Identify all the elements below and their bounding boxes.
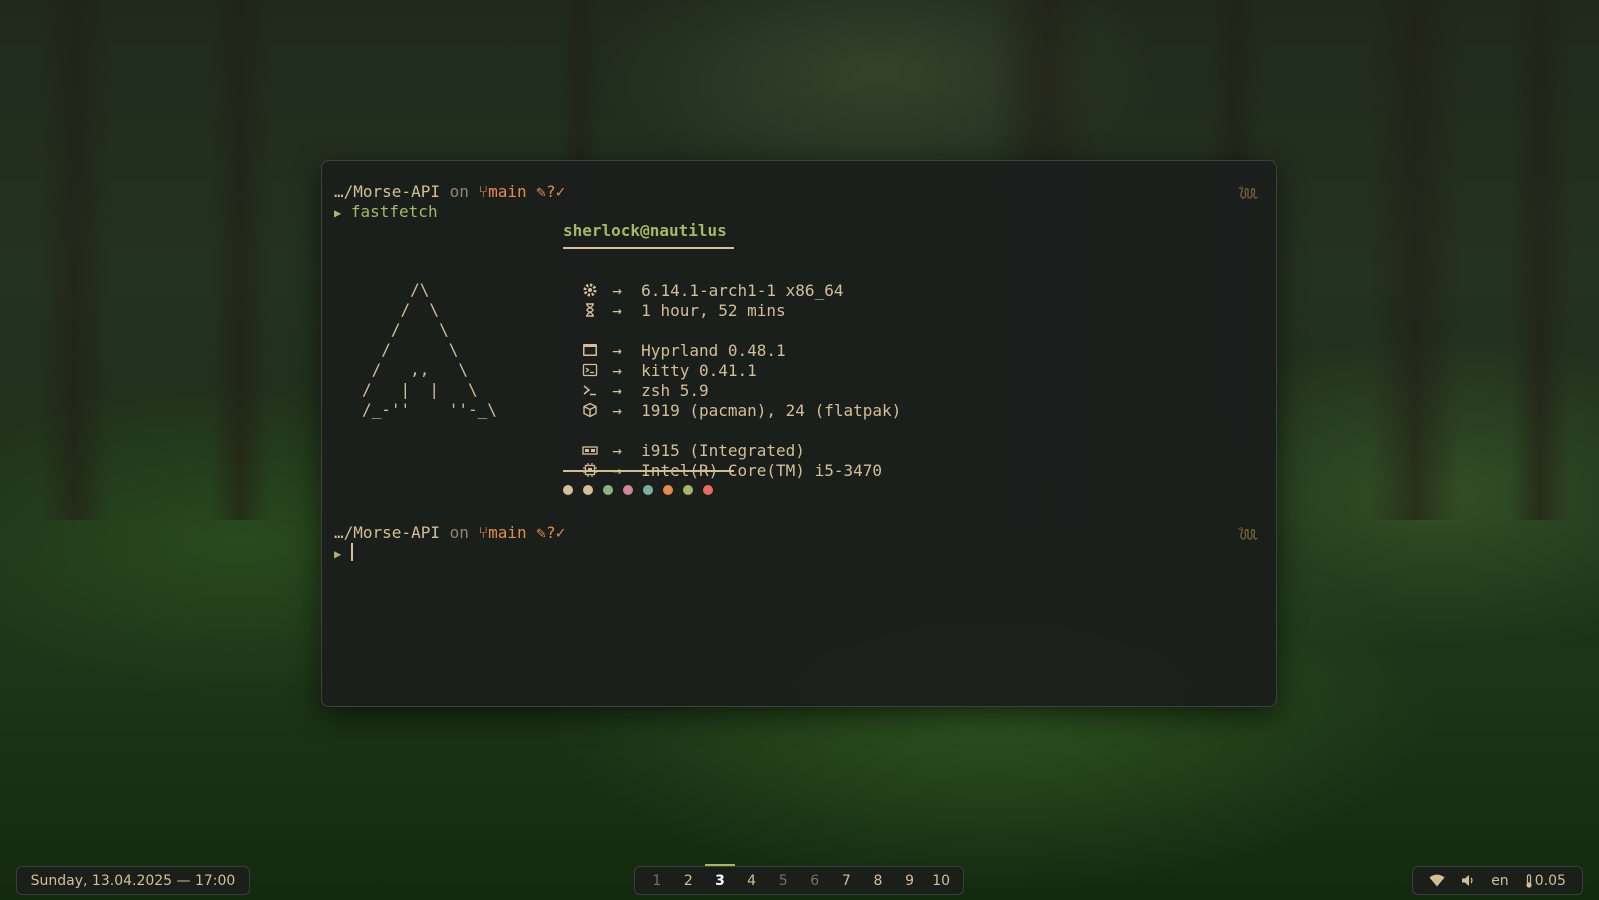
color-palette	[563, 485, 713, 495]
fetch-row-uptime: → 1 hour, 52 mins	[563, 281, 786, 320]
thermometer-icon	[1525, 873, 1533, 888]
prompt-status: ?✓	[545, 182, 566, 201]
git-modified-icon: ✎	[536, 523, 546, 542]
prompt-chevron-icon: ▶	[334, 547, 342, 561]
palette-dot	[583, 485, 593, 495]
uptime-value: 1 hour, 52 mins	[641, 301, 786, 320]
datetime-text: Sunday, 13.04.2025 — 17:00	[30, 872, 236, 889]
workspace-1[interactable]: 1	[643, 873, 671, 889]
keyboard-language[interactable]: en	[1491, 873, 1509, 889]
palette-dot	[683, 485, 693, 495]
workspace-switcher: 1 2 3 4 5 6 7 8 9 10	[634, 863, 964, 895]
temperature-value: 0.05	[1534, 872, 1566, 889]
wifi-icon[interactable]	[1429, 874, 1445, 887]
workspace-6[interactable]: 6	[801, 873, 829, 889]
fetch-divider-bottom	[563, 470, 734, 472]
palette-dot	[703, 485, 713, 495]
fetch-row-gpu: → i915 (Integrated)	[563, 421, 805, 460]
package-icon	[582, 402, 600, 418]
workspace-8[interactable]: 8	[864, 873, 892, 889]
temperature-widget[interactable]: 0.05	[1525, 873, 1566, 889]
command-text: fastfetch	[350, 202, 438, 221]
prompt-on: on	[449, 523, 469, 542]
prompt-chevron-icon: ▶	[334, 206, 342, 220]
prompt-branch: main	[488, 523, 527, 542]
fetch-row-cpu: → Intel(R) Core(TM) i5-3470	[563, 441, 882, 480]
arrow: →	[612, 301, 622, 320]
prompt-line: …/Morse-API on ⑂main ✎?✓	[334, 182, 565, 202]
palette-dot	[603, 485, 613, 495]
python-icon: 𓆙	[1238, 186, 1259, 205]
clock-widget[interactable]: Sunday, 13.04.2025 — 17:00	[16, 866, 250, 895]
packages-value: 1919 (pacman), 24 (flatpak)	[641, 401, 902, 420]
distro-logo: /\ / \ / \ / \ / ,, \ / | | \ /_-'' ''-_…	[362, 280, 497, 419]
palette-dot	[663, 485, 673, 495]
hourglass-icon	[582, 302, 600, 318]
fetch-row-terminal: → kitty 0.41.1	[563, 341, 757, 380]
palette-dot	[563, 485, 573, 495]
fetch-row-packages: → 1919 (pacman), 24 (flatpak)	[563, 381, 901, 420]
workspace-4[interactable]: 4	[738, 873, 766, 889]
workspace-7[interactable]: 7	[832, 873, 860, 889]
system-tray: en 0.05	[1412, 866, 1583, 895]
fetch-row-kernel: → 6.14.1-arch1-1 x86_64	[563, 261, 843, 300]
palette-dot	[643, 485, 653, 495]
prompt-on: on	[449, 182, 469, 201]
prompt-directory: …/Morse-API	[334, 523, 440, 542]
input-line[interactable]: ▶	[334, 543, 353, 563]
fetch-row-shell: → zsh 5.9	[563, 361, 709, 400]
workspace-10[interactable]: 10	[927, 873, 955, 889]
python-icon: 𓆙	[1238, 527, 1259, 546]
palette-dot	[623, 485, 633, 495]
fetch-divider-top	[563, 247, 734, 249]
prompt-line: …/Morse-API on ⑂main ✎?✓	[334, 523, 565, 543]
command-line: ▶ fastfetch	[334, 202, 438, 222]
prompt-status: ?✓	[545, 523, 566, 542]
volume-icon[interactable]	[1461, 874, 1475, 887]
fetch-hostname: sherlock@nautilus	[563, 221, 727, 240]
workspace-9[interactable]: 9	[896, 873, 924, 889]
prompt-directory: …/Morse-API	[334, 182, 440, 201]
git-branch-icon: ⑂	[478, 182, 489, 201]
text-cursor	[350, 543, 353, 561]
workspace-2[interactable]: 2	[674, 873, 702, 889]
fetch-row-wm: → Hyprland 0.48.1	[563, 321, 786, 360]
git-branch-icon: ⑂	[478, 523, 489, 542]
git-modified-icon: ✎	[536, 182, 546, 201]
workspace-5[interactable]: 5	[769, 873, 797, 889]
workspace-3[interactable]: 3	[704, 863, 735, 889]
prompt-branch: main	[488, 182, 527, 201]
arrow: →	[612, 401, 622, 420]
